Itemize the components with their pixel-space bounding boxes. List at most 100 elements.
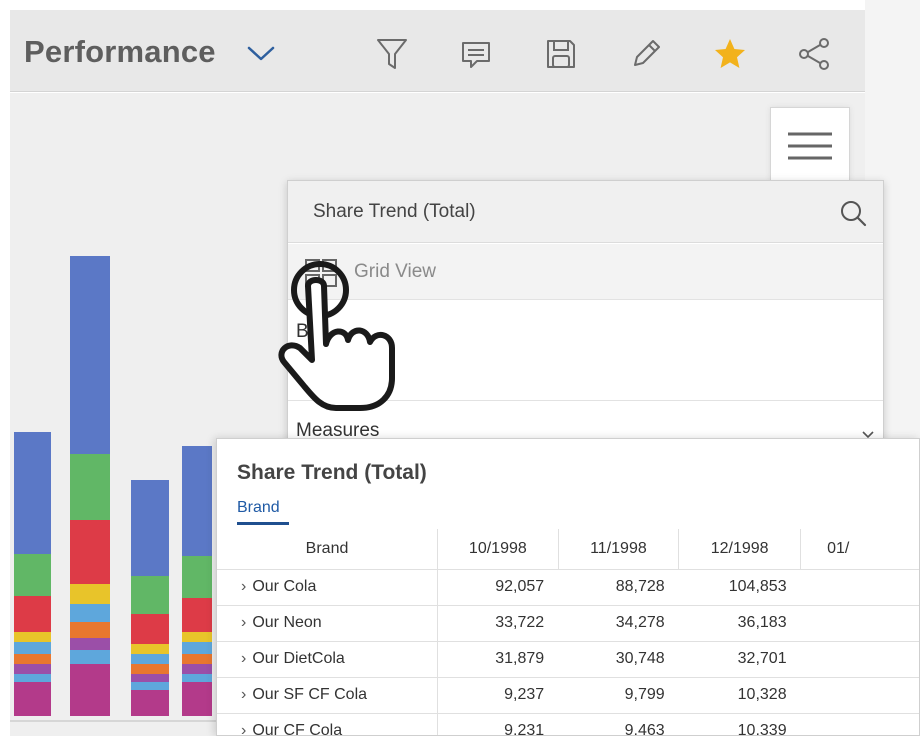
bar-segment <box>182 632 212 642</box>
search-icon[interactable] <box>839 199 867 227</box>
bar-segment <box>14 596 51 632</box>
bar-segment <box>131 644 169 654</box>
bar-segment <box>70 454 110 520</box>
chevron-right-icon: › <box>241 722 247 736</box>
bar-segment <box>14 664 51 674</box>
cell-value: 36,183 <box>678 605 801 642</box>
bar-segment <box>182 674 212 682</box>
chevron-right-icon: › <box>241 686 247 703</box>
column-header[interactable]: 01/ <box>800 529 919 570</box>
cell-value: 32,701 <box>678 641 801 678</box>
bar-segment <box>70 584 110 604</box>
tab-brand[interactable]: Brand <box>237 499 280 517</box>
brand-name: Our CF Cola <box>252 722 343 736</box>
bar-segment <box>70 622 110 638</box>
cell-value: 9,231 <box>437 713 559 735</box>
brand-name: Our Cola <box>252 578 317 595</box>
brand-name: Our SF CF Cola <box>252 686 368 703</box>
hamburger-icon <box>788 132 832 159</box>
table-title: Share Trend (Total) <box>237 461 427 484</box>
bar-segment <box>131 576 169 614</box>
menu-title: Share Trend (Total) <box>313 201 476 222</box>
bar-segment <box>70 256 110 454</box>
cell-value: 9,463 <box>558 713 679 735</box>
bar-segment <box>182 642 212 654</box>
filter-icon[interactable] <box>372 34 412 74</box>
hamburger-menu-button[interactable] <box>770 107 850 183</box>
bar-segment <box>70 650 110 664</box>
header-row: Brand 10/1998 11/1998 12/1998 01/ <box>217 529 919 570</box>
chevron-right-icon: › <box>241 578 247 595</box>
table-row: › Our Cola 92,057 88,728 104,853 <box>217 569 919 606</box>
column-header[interactable]: 12/1998 <box>678 529 802 570</box>
hand-pointer-icon <box>270 248 420 423</box>
table-row: › Our Neon 33,722 34,278 36,183 <box>217 605 919 642</box>
dashboard-header: Performance <box>10 10 865 92</box>
bar-segment <box>14 654 51 664</box>
bar-segment <box>182 556 212 598</box>
row-expander[interactable]: › Our Neon <box>217 605 439 642</box>
data-grid: Brand 10/1998 11/1998 12/1998 01/ › Our C… <box>217 529 919 736</box>
bar-segment <box>14 432 51 554</box>
cell-value: 10,339 <box>678 713 801 735</box>
bar-segment <box>182 654 212 664</box>
bar-segment <box>131 480 169 576</box>
brand-name: Our Neon <box>252 614 322 631</box>
menu-header: Share Trend (Total) <box>288 181 883 243</box>
table-row: › Our DietCola 31,879 30,748 32,701 <box>217 641 919 678</box>
chevron-right-icon: › <box>241 614 247 631</box>
bar-segment <box>131 614 169 644</box>
cell-value: 88,728 <box>558 569 679 606</box>
bar-segment <box>14 554 51 596</box>
star-icon[interactable] <box>710 34 750 74</box>
bar-segment <box>182 682 212 716</box>
save-icon[interactable] <box>541 34 581 74</box>
table-row: › Our SF CF Cola 9,237 9,799 10,328 <box>217 677 919 714</box>
bar-segment <box>70 520 110 584</box>
bar-segment <box>182 598 212 632</box>
bar-segment <box>131 674 169 682</box>
cell-value: 33,722 <box>437 605 559 642</box>
bar-segment <box>131 654 169 664</box>
cell-value: 9,237 <box>437 677 559 714</box>
data-table-panel: Share Trend (Total) Brand Brand 10/1998 … <box>216 438 920 736</box>
cell-value: 104,853 <box>678 569 801 606</box>
cell-value: 9,799 <box>558 677 679 714</box>
title-dropdown-chevron-icon[interactable] <box>246 44 276 67</box>
bar-segment <box>182 664 212 674</box>
column-header-brand[interactable]: Brand <box>217 529 439 570</box>
cell-value: 30,748 <box>558 641 679 678</box>
bar-segment <box>14 674 51 682</box>
app-window: Performance Share Trend (Total) Grid Vie… <box>0 0 920 736</box>
bar-segment <box>14 682 51 716</box>
column-header[interactable]: 10/1998 <box>437 529 559 570</box>
brand-name: Our DietCola <box>252 650 345 667</box>
cell-value: 10,328 <box>678 677 801 714</box>
cell-value: 34,278 <box>558 605 679 642</box>
row-expander[interactable]: › Our DietCola <box>217 641 439 678</box>
row-expander[interactable]: › Our SF CF Cola <box>217 677 439 714</box>
cell-value <box>800 677 919 714</box>
bar-segment <box>70 638 110 650</box>
cell-value <box>800 641 919 678</box>
bar-segment <box>70 604 110 622</box>
cell-value: 92,057 <box>437 569 559 606</box>
row-expander[interactable]: › Our Cola <box>217 569 439 606</box>
active-tab-indicator <box>237 522 289 525</box>
bar-segment <box>14 642 51 654</box>
bar-segment <box>131 664 169 674</box>
row-expander[interactable]: › Our CF Cola <box>217 713 439 736</box>
cell-value <box>800 605 919 642</box>
page-title: Performance <box>24 34 216 69</box>
bar-segment <box>131 682 169 690</box>
cell-value: 31,879 <box>437 641 559 678</box>
chevron-right-icon: › <box>241 650 247 667</box>
cell-value <box>800 713 919 735</box>
share-icon[interactable] <box>794 34 834 74</box>
bar-segment <box>70 664 110 716</box>
edit-icon[interactable] <box>626 34 666 74</box>
bar-segment <box>14 632 51 642</box>
bar-segment <box>182 446 212 556</box>
column-header[interactable]: 11/1998 <box>558 529 680 570</box>
comment-icon[interactable] <box>456 34 496 74</box>
